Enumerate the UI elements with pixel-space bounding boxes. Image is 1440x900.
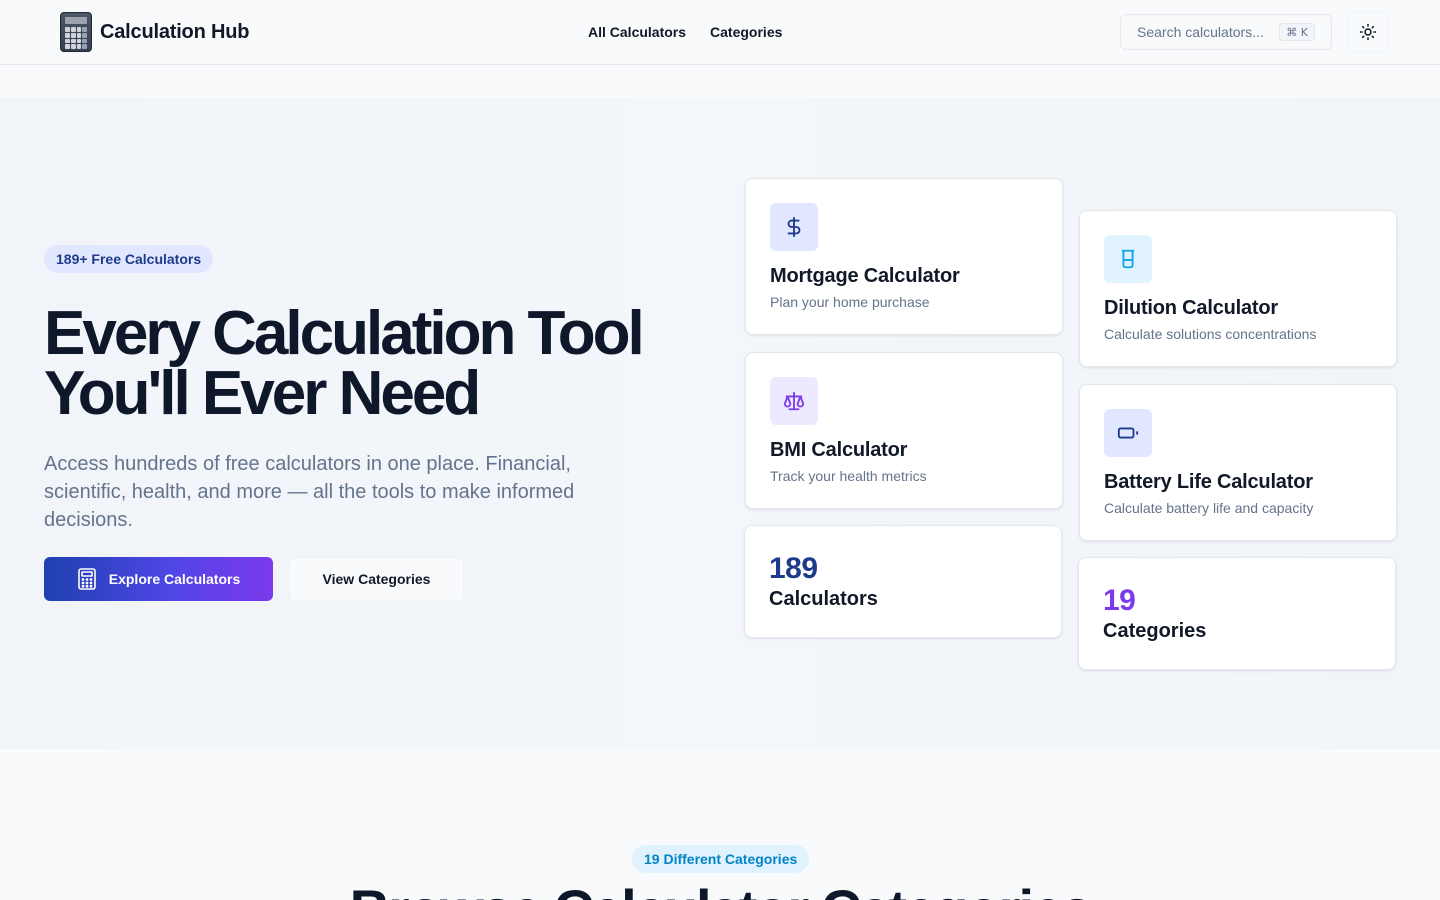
battery-card-subtitle: Calculate battery life and capacity xyxy=(1104,500,1314,516)
calculator-logo-icon xyxy=(60,12,92,52)
scale-icon xyxy=(783,391,805,411)
search-box[interactable]: ⌘ K xyxy=(1120,14,1332,50)
site-header: Calculation Hub All Calculators Categori… xyxy=(0,0,1440,65)
view-categories-button[interactable]: View Categories xyxy=(289,557,464,601)
nav-categories[interactable]: Categories xyxy=(710,24,782,40)
categories-stat-value: 19 xyxy=(1103,584,1136,617)
dilution-card-subtitle: Calculate solutions concentrations xyxy=(1104,326,1317,342)
calculators-stat-card: 189 Calculators xyxy=(744,525,1062,638)
categories-section-title: Browse Calculator Categories xyxy=(0,880,1440,900)
mortgage-calculator-card[interactable]: Mortgage Calculator Plan your home purch… xyxy=(745,178,1063,335)
search-shortcut-badge: ⌘ K xyxy=(1279,23,1315,41)
calculators-count-badge: 189+ Free Calculators xyxy=(44,245,214,273)
mortgage-card-title: Mortgage Calculator xyxy=(770,265,960,287)
hero-title: Every Calculation Tool You'll Ever Need xyxy=(44,299,664,428)
battery-life-calculator-card[interactable]: Battery Life Calculator Calculate batter… xyxy=(1079,384,1397,541)
hero-title-line-1: Every Calculation Tool xyxy=(44,299,645,368)
explore-calculators-button[interactable]: Explore Calculators xyxy=(44,557,273,601)
bmi-card-title: BMI Calculator xyxy=(770,439,908,461)
search-input[interactable] xyxy=(1137,24,1277,40)
mortgage-icon-box xyxy=(770,203,818,251)
brand-name: Calculation Hub xyxy=(100,20,250,43)
dilution-icon-box xyxy=(1104,235,1152,283)
bmi-icon-box xyxy=(770,377,818,425)
battery-icon xyxy=(1117,427,1139,439)
hero-description: Access hundreds of free calculators in o… xyxy=(44,453,575,531)
explore-calculators-label: Explore Calculators xyxy=(108,571,241,587)
categories-stat-label: Categories xyxy=(1103,620,1207,642)
dilution-calculator-card[interactable]: Dilution Calculator Calculate solutions … xyxy=(1079,210,1397,367)
dilution-card-title: Dilution Calculator xyxy=(1104,297,1278,319)
nav-all-calculators[interactable]: All Calculators xyxy=(588,24,686,40)
sun-icon xyxy=(1359,23,1377,41)
calculator-icon xyxy=(77,568,96,590)
beaker-icon xyxy=(1121,249,1135,269)
bmi-card-subtitle: Track your health metrics xyxy=(770,468,927,484)
calculators-stat-label: Calculators xyxy=(769,588,878,610)
bmi-calculator-card[interactable]: BMI Calculator Track your health metrics xyxy=(745,352,1063,509)
mortgage-card-subtitle: Plan your home purchase xyxy=(770,294,930,310)
brand[interactable]: Calculation Hub xyxy=(60,12,249,52)
dollar-icon xyxy=(787,216,801,238)
calculators-stat-value: 189 xyxy=(769,552,818,585)
theme-toggle-button[interactable] xyxy=(1348,12,1388,52)
hero-title-line-2: You'll Ever Need xyxy=(44,359,481,428)
battery-icon-box xyxy=(1104,409,1152,457)
main-nav: All Calculators Categories xyxy=(588,20,782,44)
categories-stat-card: 19 Categories xyxy=(1078,557,1396,670)
battery-card-title: Battery Life Calculator xyxy=(1104,471,1313,493)
categories-count-badge: 19 Different Categories xyxy=(632,845,810,873)
